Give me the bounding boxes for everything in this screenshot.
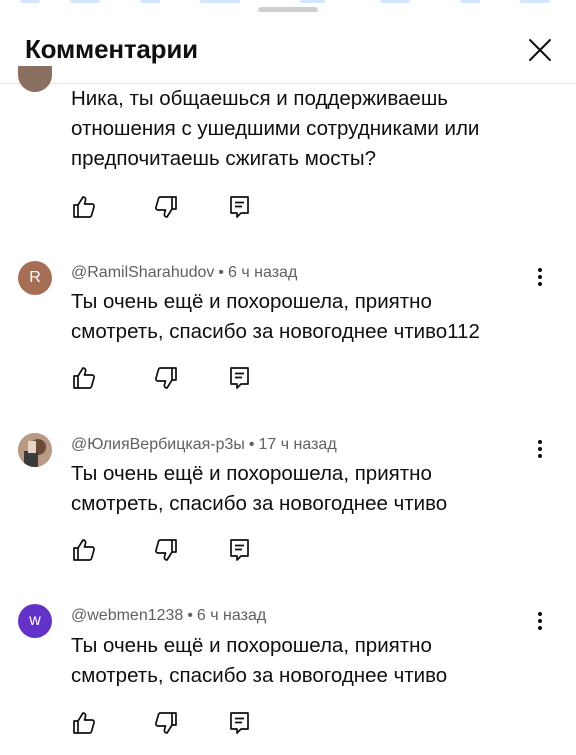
dislike-button[interactable] bbox=[153, 365, 179, 391]
comment-line: Ты очень ещё и похорошела, приятно bbox=[71, 462, 432, 485]
comment-author[interactable]: @RamilSharahudov bbox=[71, 264, 214, 281]
avatar[interactable] bbox=[18, 433, 52, 467]
dislike-button[interactable] bbox=[153, 194, 179, 220]
comment-text: Ника, ты общаешься и поддерживаешь отнош… bbox=[71, 84, 541, 174]
page-title: Комментарии bbox=[25, 34, 198, 64]
reply-icon bbox=[230, 367, 249, 389]
thumb-down-icon bbox=[155, 539, 177, 561]
comment-text: Ты очень ещё и похорошела, приятно смотр… bbox=[71, 631, 541, 691]
avatar-photo-icon bbox=[18, 433, 52, 467]
like-button[interactable] bbox=[71, 365, 97, 391]
reply-button[interactable] bbox=[227, 710, 253, 736]
comment-line: Ты очень ещё и похорошела, приятно bbox=[71, 634, 432, 657]
comment-line: Ты очень ещё и похорошела, приятно bbox=[71, 290, 432, 313]
separator-dot: • bbox=[187, 607, 193, 624]
comment-line: отношения с ушедшими сотрудниками или bbox=[71, 117, 480, 140]
reply-button[interactable] bbox=[227, 194, 253, 220]
comment-time: 6 ч назад bbox=[228, 264, 298, 281]
thumb-down-icon bbox=[155, 196, 177, 218]
comment-actions bbox=[71, 194, 271, 220]
comment-actions bbox=[71, 537, 271, 563]
comment-line: смотреть, спасибо за новогоднее чтиво bbox=[71, 664, 448, 687]
comment-time: 17 ч назад bbox=[258, 436, 337, 453]
comment-author[interactable]: @ЮлияВербицкая-р3ы bbox=[71, 436, 245, 453]
reply-button[interactable] bbox=[227, 537, 253, 563]
thumb-down-icon bbox=[155, 712, 177, 734]
comment-line: смотреть, спасибо за новогоднее чтиво bbox=[71, 492, 448, 515]
comment-author[interactable]: @webmen1238 bbox=[71, 607, 183, 624]
dislike-button[interactable] bbox=[153, 710, 179, 736]
comment-meta: @webmen1238 • 6 ч назад bbox=[71, 607, 266, 625]
close-icon bbox=[529, 39, 551, 61]
avatar[interactable] bbox=[18, 66, 52, 92]
comment-text: Ты очень ещё и похорошела, приятно смотр… bbox=[71, 459, 541, 519]
dislike-button[interactable] bbox=[153, 537, 179, 563]
sheet-header: Комментарии bbox=[0, 18, 576, 84]
separator-dot: • bbox=[248, 436, 255, 453]
like-button[interactable] bbox=[71, 710, 97, 736]
reply-icon bbox=[230, 539, 249, 561]
comment-line: предпочитаешь сжигать мосты? bbox=[71, 147, 377, 170]
like-button[interactable] bbox=[71, 537, 97, 563]
comment-time: 6 ч назад bbox=[196, 607, 267, 624]
reply-icon bbox=[230, 196, 249, 218]
close-button[interactable] bbox=[522, 32, 558, 68]
reply-button[interactable] bbox=[227, 365, 253, 391]
comment-meta: @ЮлияВербицкая-р3ы • 17 ч назад bbox=[71, 436, 337, 454]
thumb-down-icon bbox=[155, 367, 177, 389]
comment-line: смотреть, спасибо за новогоднее чтиво112 bbox=[71, 320, 480, 343]
thumb-up-icon bbox=[73, 367, 95, 389]
thumb-up-icon bbox=[73, 712, 95, 734]
thumb-up-icon bbox=[73, 196, 95, 218]
comments-sheet: Комментарии Ника, ты общаешься и поддерж… bbox=[0, 0, 576, 755]
comment-line: Ника, ты общаешься и поддерживаешь bbox=[71, 87, 448, 110]
avatar[interactable]: R bbox=[18, 261, 52, 295]
top-strip bbox=[0, 0, 576, 6]
drag-handle[interactable] bbox=[258, 7, 318, 12]
comment-actions bbox=[71, 710, 271, 736]
separator-dot: • bbox=[218, 264, 225, 281]
comment-actions bbox=[71, 365, 271, 391]
like-button[interactable] bbox=[71, 194, 97, 220]
thumb-up-icon bbox=[73, 539, 95, 561]
avatar[interactable]: w bbox=[18, 604, 52, 638]
reply-icon bbox=[230, 712, 249, 734]
comment-text: Ты очень ещё и похорошела, приятно смотр… bbox=[71, 287, 541, 347]
comment-meta: @RamilSharahudov • 6 ч назад bbox=[71, 264, 297, 282]
